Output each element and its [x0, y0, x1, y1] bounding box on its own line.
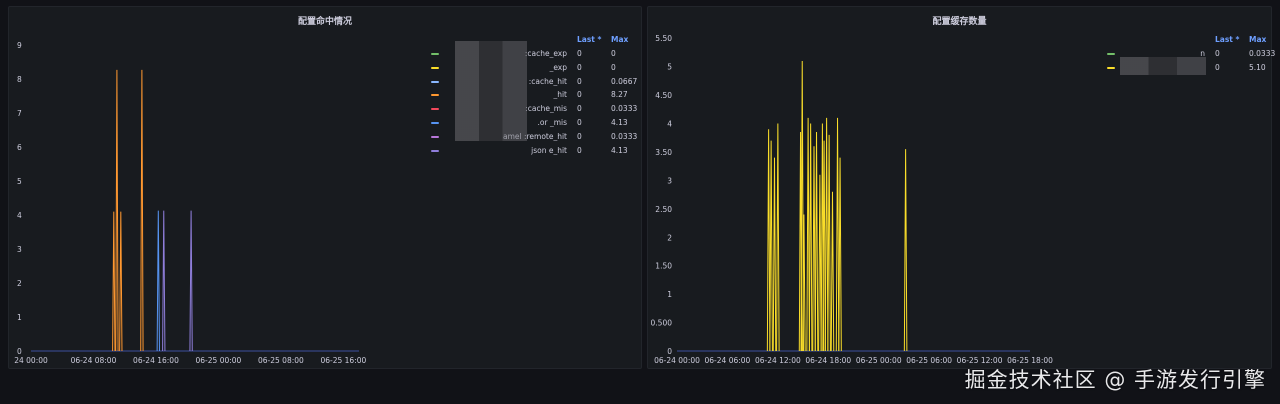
x-tick-label: 06-25 06:00: [906, 356, 952, 365]
series-spike: [769, 140, 773, 352]
watermark: 掘金技术社区 @ 手游发行引擎: [964, 368, 1266, 392]
series-spike: [806, 117, 810, 352]
x-tick-label: 06-25 00:00: [856, 356, 902, 365]
legend-swatch: [431, 135, 439, 138]
y-tick-label: 3: [17, 245, 22, 254]
y-tick-label: 8: [17, 75, 22, 84]
x-tick-label: 06-24 16:00: [133, 356, 179, 365]
y-tick-label: 3.50: [655, 148, 672, 157]
legend-last-value: 0: [1215, 49, 1220, 58]
y-tick-label: 1: [667, 290, 672, 299]
legend-max-value: 8.27: [611, 90, 628, 100]
legend-swatch: [431, 108, 439, 111]
x-tick-label: 06-25 00:00: [196, 356, 242, 365]
legend-max-value: 4.13: [611, 118, 628, 127]
y-tick-label: 4.50: [655, 91, 672, 100]
legend-max-value: 5.10: [1249, 63, 1266, 72]
series-spike: [772, 157, 777, 352]
x-tick-label: 06-24 18:00: [805, 356, 851, 365]
x-tick-label: 06-25 08:00: [258, 356, 304, 365]
y-tick-label: 5: [667, 63, 672, 72]
series-spike: [830, 191, 835, 352]
y-tick-label: 1.50: [655, 262, 672, 271]
series-spike: [766, 129, 771, 352]
series-spike: [776, 123, 780, 352]
y-tick-label: 1: [17, 313, 22, 322]
legend-header-last[interactable]: Last *: [577, 35, 601, 44]
legend-max-value: 0: [611, 49, 616, 58]
series-spike: [827, 134, 831, 352]
legend-last-value: 0: [577, 104, 582, 114]
legend-max-value: 4.13: [611, 145, 628, 155]
legend-max-value: 0: [611, 62, 616, 72]
y-tick-label: 7: [17, 109, 22, 118]
legend-max-value: 0.0333: [611, 104, 638, 114]
series-spike: [824, 117, 829, 352]
legend-swatch: [431, 53, 439, 55]
x-tick-label: 06-24 06:00: [705, 356, 751, 365]
y-tick-label: 4: [17, 211, 22, 220]
cache-count-panel[interactable]: 配置缓存数量 0 0.500 1 1.50 2 2.50 3 3.50 4 4.50 5 5.50 06…: [647, 6, 1276, 369]
series-spike: [822, 140, 826, 352]
y-tick-label: 0: [667, 347, 672, 356]
dashboard: 配置命中情况 0 1 2 3 4 5 6 7 8 9 24 00:00 06-24 08:00 06-2…: [0, 0, 1280, 404]
y-tick-label: 4: [667, 120, 672, 129]
series-spike: [162, 210, 166, 352]
legend-swatch: [431, 122, 439, 124]
legend-series-name: json e_hit: [531, 145, 567, 155]
legend-last-value: 0: [577, 49, 582, 58]
x-tick-label: 06-25 16:00: [320, 356, 366, 365]
series-spike: [838, 157, 842, 352]
legend-last-value: 0: [577, 118, 582, 127]
legend-header-last[interactable]: Last *: [1215, 35, 1239, 44]
redacted-area: [455, 41, 527, 141]
legend-max-value: 0.0667: [611, 76, 638, 86]
legend-header-max[interactable]: Max: [611, 35, 628, 44]
legend-last-value: 0: [1215, 63, 1220, 72]
redacted-area: [1120, 57, 1206, 75]
series-spike: [156, 210, 160, 352]
series-spike: [140, 69, 144, 352]
legend-swatch: [431, 66, 439, 69]
series-spike: [812, 146, 816, 352]
series-spike: [119, 211, 123, 352]
x-tick-label: 06-24 00:00: [654, 356, 700, 365]
series-spike: [818, 174, 822, 352]
x-tick-label: 06-24 08:00: [71, 356, 117, 365]
legend-last-value: 0: [577, 90, 582, 100]
y-tick-label: 5: [17, 177, 22, 186]
legend-header-max[interactable]: Max: [1249, 35, 1266, 44]
y-tick-label: 5.50: [655, 34, 672, 43]
legend-swatch: [431, 94, 439, 97]
legend-max-value: 0.0333: [611, 131, 638, 141]
legend-item[interactable]: json e_hit 0 4.13: [431, 145, 641, 158]
y-tick-label: 9: [17, 41, 22, 50]
y-tick-label: 2.50: [655, 205, 672, 214]
legend-swatch: [1107, 67, 1115, 69]
series-spike: [808, 123, 813, 352]
series-spike: [814, 132, 819, 352]
series-spike: [112, 211, 116, 352]
legend-last-value: 0: [577, 131, 582, 141]
series-spike: [189, 210, 193, 352]
y-tick-label: 2: [17, 279, 22, 288]
series-spike: [115, 69, 119, 352]
hit-status-panel[interactable]: 配置命中情况 0 1 2 3 4 5 6 7 8 9 24 00:00 06-24 08:00 06-2…: [8, 6, 642, 369]
legend-last-value: 0: [577, 76, 582, 86]
legend-swatch: [431, 80, 439, 83]
y-tick-label: 0: [17, 347, 22, 356]
legend-last-value: 0: [577, 62, 582, 72]
series-spike: [903, 149, 908, 352]
legend-max-value: 0.0333: [1249, 49, 1276, 58]
series-spike: [835, 117, 840, 352]
legend-swatch: [431, 149, 439, 152]
y-tick-label: 2: [667, 233, 672, 242]
legend-last-value: 0: [577, 145, 582, 155]
x-tick-label: 24 00:00: [14, 356, 48, 365]
x-tick-label: 06-24 12:00: [755, 356, 801, 365]
y-tick-label: 0.500: [651, 319, 673, 328]
y-tick-label: 6: [17, 143, 22, 152]
y-tick-label: 3: [667, 176, 672, 185]
legend-swatch: [1107, 53, 1115, 55]
